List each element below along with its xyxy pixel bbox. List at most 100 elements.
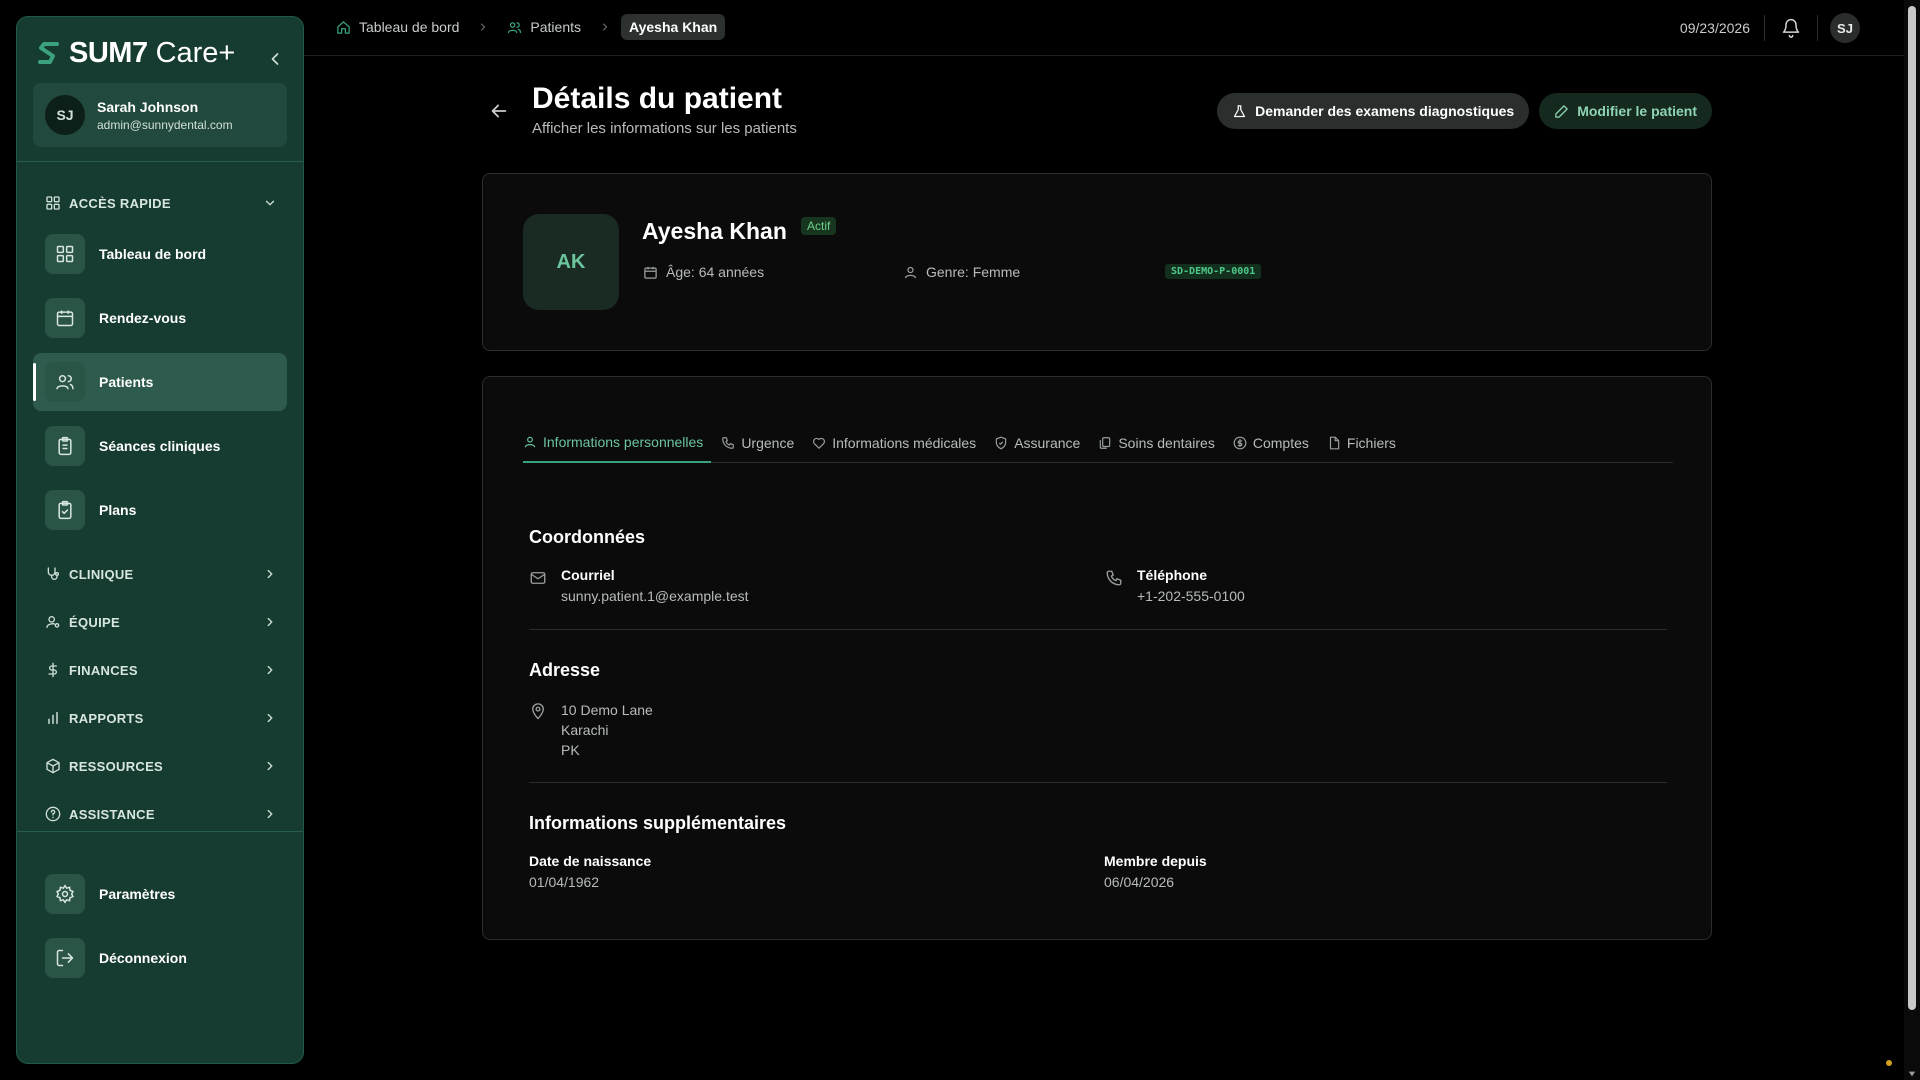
edit-patient-button[interactable]: Modifier le patient — [1539, 93, 1712, 129]
tab-dental-care[interactable]: Soins dentaires — [1090, 423, 1223, 463]
section-support[interactable]: ASSISTANCE — [45, 803, 277, 825]
section-resources[interactable]: RESSOURCES — [45, 755, 277, 777]
users-icon — [56, 375, 74, 390]
pencil-icon — [1555, 104, 1568, 118]
section-team[interactable]: ÉQUIPE — [45, 611, 277, 633]
chevron-down-icon — [265, 200, 275, 206]
address-line: 10 Demo Lane — [561, 702, 653, 718]
tab-label: Informations personnelles — [543, 434, 704, 450]
sidebar-item-dashboard[interactable]: Tableau de bord — [33, 225, 287, 283]
tab-label: Assurance — [1014, 435, 1081, 451]
divider — [17, 161, 303, 162]
sidebar-item-settings[interactable]: Paramètres — [33, 865, 287, 923]
dollar-icon — [48, 662, 57, 678]
tab-files[interactable]: Fichiers — [1319, 423, 1404, 463]
section-label: CLINIQUE — [69, 566, 134, 582]
section-finances[interactable]: FINANCES — [45, 659, 277, 681]
calendar-icon — [56, 310, 74, 327]
address-line: Karachi — [561, 722, 609, 738]
flask-icon — [1233, 104, 1246, 117]
divider — [529, 629, 1667, 630]
avatar: SJ — [45, 95, 85, 135]
sidebar-item-label: Paramètres — [99, 886, 176, 902]
sidebar-item-patients[interactable]: Patients — [33, 353, 287, 411]
tab-emergency[interactable]: Urgence — [713, 423, 802, 463]
dob-value: 01/04/1962 — [529, 874, 600, 890]
section-reports[interactable]: RAPPORTS — [45, 707, 277, 729]
tab-insurance[interactable]: Assurance — [986, 423, 1088, 463]
dob-label: Date de naissance — [529, 853, 652, 869]
users-icon — [508, 21, 522, 33]
section-label: RESSOURCES — [69, 758, 164, 774]
request-exams-button[interactable]: Demander des examens diagnostiques — [1217, 93, 1530, 129]
edit-patient-label: Modifier le patient — [1577, 103, 1697, 119]
phone-label: Téléphone — [1137, 567, 1208, 583]
scrollbar[interactable] — [1904, 0, 1920, 1080]
arrow-left-icon[interactable] — [488, 100, 510, 122]
divider — [17, 831, 303, 832]
section-clinic[interactable]: CLINIQUE — [45, 563, 277, 585]
patient-profile-card: AK Ayesha Khan Actif Âge: 64 années Genr… — [482, 173, 1712, 351]
request-exams-label: Demander des examens diagnostiques — [1255, 103, 1515, 119]
grid-icon — [46, 196, 60, 210]
breadcrumb-label: Tableau de bord — [359, 19, 460, 35]
breadcrumb-patients[interactable]: Patients — [499, 14, 589, 40]
sidebar-item-label: Patients — [99, 374, 154, 390]
shield-icon — [995, 436, 1007, 450]
user-icon — [904, 266, 917, 278]
user-cog-icon — [46, 616, 60, 628]
address-section-title: Adresse — [529, 660, 601, 680]
address-field: 10 Demo Lane Karachi PK — [529, 700, 653, 760]
bell-icon[interactable] — [1781, 18, 1801, 38]
user-name: Sarah Johnson — [97, 98, 199, 115]
page-actions: Demander des examens diagnostiques Modif… — [1217, 93, 1712, 129]
user-email: admin@sunnydental.com — [97, 117, 233, 132]
patient-details-card: Informations personnelles Urgence Inform… — [482, 376, 1712, 940]
status-dot — [1886, 1060, 1892, 1066]
email-label: Courriel — [561, 567, 615, 583]
grid-icon — [56, 245, 74, 263]
chevron-left-icon[interactable] — [265, 49, 285, 69]
user-icon — [524, 436, 536, 448]
mail-icon — [530, 572, 546, 584]
top-date: 09/23/2026 — [1679, 20, 1750, 36]
email-value: sunny.patient.1@example.test — [561, 588, 749, 604]
divider — [529, 782, 1667, 783]
chevron-right-icon — [481, 23, 486, 31]
brand-logo[interactable]: SUM7 Care+ — [35, 35, 235, 71]
tab-medical-info[interactable]: Informations médicales — [804, 423, 984, 463]
sidebar-item-plans[interactable]: Plans — [33, 481, 287, 539]
user-avatar-button[interactable]: SJ — [1830, 13, 1860, 43]
sidebar-item-logout[interactable]: Déconnexion — [33, 929, 287, 987]
patient-gender: Genre: Femme — [903, 264, 1020, 280]
tab-label: Urgence — [741, 435, 795, 451]
section-quick-access[interactable]: ACCÈS RAPIDE — [45, 192, 277, 214]
section-label: ACCÈS RAPIDE — [69, 195, 171, 211]
user-card[interactable]: SJ Sarah Johnson admin@sunnydental.com — [33, 83, 287, 147]
sidebar-item-appointments[interactable]: Rendez-vous — [33, 289, 287, 347]
breadcrumb-dashboard[interactable]: Tableau de bord — [328, 14, 467, 40]
status-badge: Actif — [801, 217, 837, 235]
sidebar-item-label: Rendez-vous — [99, 310, 187, 326]
patient-age: Âge: 64 années — [643, 264, 764, 280]
sidebar-item-clinical-sessions[interactable]: Séances cliniques — [33, 417, 287, 475]
sidebar-item-label: Plans — [99, 502, 137, 518]
tab-personal-info[interactable]: Informations personnelles — [523, 423, 712, 463]
chevron-right-icon — [267, 569, 273, 579]
divider — [1764, 15, 1765, 41]
contact-section-title: Coordonnées — [529, 527, 646, 547]
file-icon — [1329, 436, 1340, 450]
email-field: Courriel sunny.patient.1@example.test — [529, 567, 749, 604]
patient-age-text: Âge: 64 années — [666, 264, 765, 280]
brand-suffix: Care+ — [155, 36, 236, 69]
tab-accounts[interactable]: Comptes — [1225, 423, 1317, 463]
member-since-label: Membre depuis — [1104, 853, 1207, 869]
patient-gender-text: Genre: Femme — [926, 264, 1021, 280]
coin-icon — [1233, 436, 1247, 450]
member-since-field: Membre depuis 06/04/2026 — [1104, 853, 1207, 890]
brand-s-icon — [38, 42, 59, 64]
scroll-down-arrow-icon[interactable] — [1908, 1070, 1916, 1078]
page-subtitle: Afficher les informations sur les patien… — [532, 120, 797, 137]
scrollbar-thumb[interactable] — [1908, 6, 1916, 1010]
tab-label: Soins dentaires — [1118, 435, 1215, 451]
